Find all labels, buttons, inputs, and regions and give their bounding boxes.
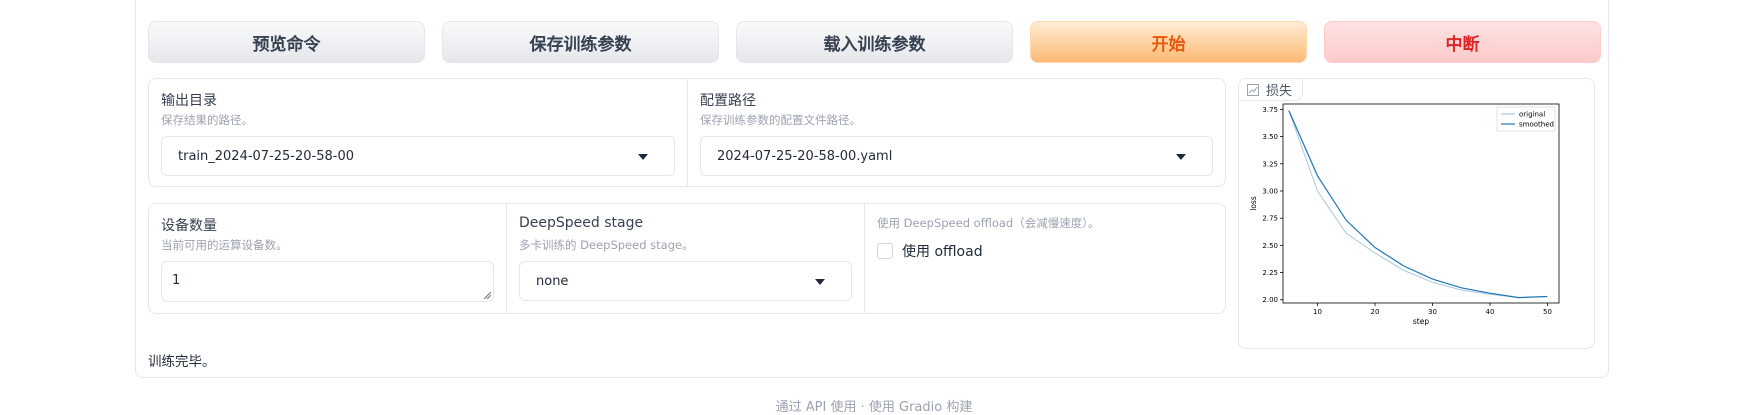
chevron-down-icon: [1176, 154, 1186, 160]
y-tick-label: 2.50: [1262, 242, 1278, 250]
preview-command-button[interactable]: 预览命令: [148, 21, 425, 63]
output-dir-info: 保存结果的路径。: [161, 113, 253, 127]
ds-stage-dropdown[interactable]: none: [519, 261, 852, 301]
loss-plot-panel: 损失 10 20 30 40 50 2.00 2.25 2.50 2.75 3.00 3.25 3.5…: [1238, 78, 1595, 349]
config-path-info: 保存训练参数的配置文件路径。: [700, 113, 861, 127]
output-dir-label: 输出目录: [161, 93, 217, 109]
resize-handle-icon[interactable]: [483, 291, 491, 299]
ds-offload-field: 使用 DeepSpeed offload（会减慢速度）。 使用 offload: [864, 204, 1225, 313]
ds-stage-value: none: [536, 273, 569, 289]
save-args-button[interactable]: 保存训练参数: [442, 21, 719, 63]
abort-button[interactable]: 中断: [1324, 21, 1601, 63]
device-settings-panel: 设备数量 当前可用的运算设备数。 1 DeepSpeed stage 多卡训练的…: [148, 203, 1226, 314]
x-tick-label: 20: [1371, 308, 1380, 316]
y-tick-label: 2.75: [1262, 215, 1278, 223]
device-count-value: 1: [172, 273, 181, 288]
device-count-info: 当前可用的运算设备数。: [161, 238, 288, 252]
config-path-dropdown[interactable]: 2024-07-25-20-58-00.yaml: [700, 136, 1213, 176]
y-tick-label: 3.75: [1262, 106, 1278, 114]
status-output: 训练完毕。: [148, 354, 216, 370]
plot-area: [1282, 103, 1560, 304]
x-tick-label: 50: [1543, 308, 1552, 316]
ds-stage-info: 多卡训练的 DeepSpeed stage。: [519, 238, 694, 252]
output-settings-panel: 输出目录 保存结果的路径。 train_2024-07-25-20-58-00 …: [148, 78, 1226, 187]
y-tick-label: 3.25: [1262, 160, 1278, 168]
config-path-field: 配置路径 保存训练参数的配置文件路径。 2024-07-25-20-58-00.…: [687, 79, 1225, 186]
footer-links[interactable]: 通过 API 使用 · 使用 Gradio 构建: [0, 396, 1748, 415]
y-tick-label: 2.00: [1262, 296, 1278, 304]
y-tick-label: 2.25: [1262, 269, 1278, 277]
ds-stage-field: DeepSpeed stage 多卡训练的 DeepSpeed stage。 n…: [506, 204, 864, 313]
ds-offload-checkbox[interactable]: [877, 243, 893, 259]
x-tick-label: 10: [1313, 308, 1322, 316]
start-button[interactable]: 开始: [1030, 21, 1307, 63]
output-dir-value: train_2024-07-25-20-58-00: [178, 148, 355, 164]
y-tick-label: 3.00: [1262, 187, 1278, 195]
output-dir-field: 输出目录 保存结果的路径。 train_2024-07-25-20-58-00: [149, 79, 687, 186]
y-axis-label: loss: [1249, 196, 1258, 211]
load-args-button[interactable]: 载入训练参数: [736, 21, 1013, 63]
output-dir-dropdown[interactable]: train_2024-07-25-20-58-00: [161, 136, 675, 176]
loss-chart: 10 20 30 40 50 2.00 2.25 2.50 2.75 3.00 3.25 3.50 3.…: [1249, 103, 1560, 326]
config-path-label: 配置路径: [700, 93, 756, 109]
x-tick-label: 30: [1428, 308, 1437, 316]
device-count-input[interactable]: 1: [161, 261, 494, 302]
device-count-label: 设备数量: [161, 218, 217, 234]
ds-offload-checkbox-label: 使用 offload: [902, 244, 983, 260]
legend-entry-smoothed: smoothed: [1519, 121, 1554, 129]
legend-entry-original: original: [1519, 111, 1545, 119]
chart-icon: [1247, 83, 1259, 96]
y-tick-label: 3.50: [1262, 133, 1278, 141]
x-axis-label: step: [1413, 317, 1429, 326]
ds-stage-label: DeepSpeed stage: [519, 215, 644, 231]
chevron-down-icon: [638, 154, 648, 160]
config-path-value: 2024-07-25-20-58-00.yaml: [717, 148, 893, 164]
loss-plot-label: 损失: [1239, 79, 1304, 101]
chevron-down-icon: [815, 279, 825, 285]
loss-plot-title: 损失: [1266, 84, 1293, 99]
ds-offload-info: 使用 DeepSpeed offload（会减慢速度）。: [877, 216, 1100, 230]
device-count-field: 设备数量 当前可用的运算设备数。 1: [149, 204, 506, 313]
x-tick-label: 40: [1486, 308, 1495, 316]
ds-offload-checkbox-row[interactable]: 使用 offload: [877, 241, 983, 261]
